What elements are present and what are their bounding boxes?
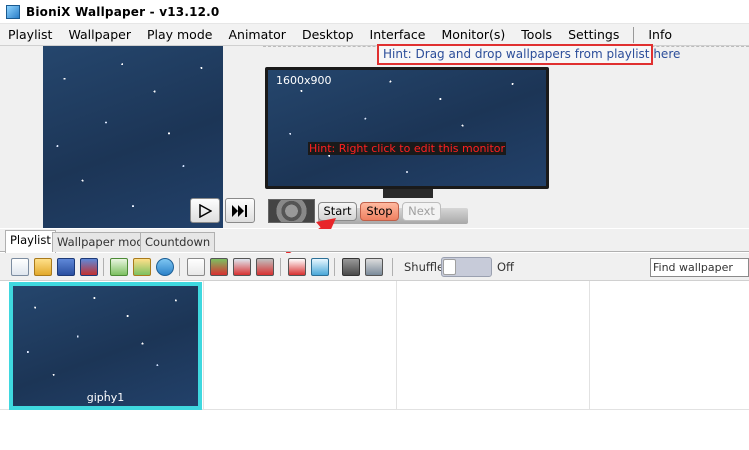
wallpaper-thumbnail[interactable] [13,286,198,406]
play-icon [199,203,212,218]
menu-wallpaper[interactable]: Wallpaper [60,24,139,46]
add-folder-icon[interactable] [133,258,151,276]
grid-divider [396,281,397,409]
toggle-knob[interactable] [443,259,456,275]
grid-divider [589,281,590,409]
shuffle-toggle[interactable] [441,257,492,277]
app-logo-icon [6,4,20,19]
toolbar-separator [280,258,281,276]
next-button[interactable]: Next [402,202,441,221]
toolbar-separator [179,258,180,276]
remove-selected-icon[interactable] [210,258,228,276]
drop-hint: Hint: Drag and drop wallpapers from play… [377,44,680,65]
menu-animator[interactable]: Animator [220,24,293,46]
monitor-hint: Hint: Right click to edit this monitor [307,142,507,155]
skip-next-icon [232,204,247,217]
monitor-stand [383,189,433,198]
play-button[interactable] [190,198,220,223]
playlist-grid: giphy1 [0,281,749,450]
monitor-resolution: 1600x900 [276,74,332,87]
film-strip-icon[interactable] [342,258,360,276]
save-icon[interactable] [57,258,75,276]
recycle-bin-icon[interactable] [311,258,329,276]
open-folder-icon[interactable] [34,258,52,276]
find-wallpaper-input[interactable] [650,258,749,277]
menu-desktop[interactable]: Desktop [294,24,362,46]
new-playlist-icon[interactable] [11,258,29,276]
import-icon[interactable] [110,258,128,276]
menu-play-mode[interactable]: Play mode [139,24,221,46]
menu-separator [633,26,635,43]
menu-settings[interactable]: Settings [560,24,627,46]
menu-tools[interactable]: Tools [513,24,560,46]
menu-bar: Playlist Wallpaper Play mode Animator De… [0,24,749,46]
tab-playlist[interactable]: Playlist [5,230,56,253]
monitor-preview[interactable]: 1600x900 Hint: Right click to edit this … [265,67,549,189]
download-icon[interactable] [156,258,174,276]
remove-all-icon[interactable] [256,258,274,276]
shuffle-label: Shuffle [404,260,445,274]
skip-next-button[interactable] [225,198,255,223]
blank-page-icon[interactable] [187,258,205,276]
tools-icon[interactable] [365,258,383,276]
wallpaper-name: giphy1 [86,391,125,404]
toolbar-separator [334,258,335,276]
tab-countdown[interactable]: Countdown [140,232,216,252]
grid-divider [203,281,204,409]
delete-file-icon[interactable] [288,258,306,276]
tab-bar: Playlist Wallpaper mode Countdown [0,229,749,253]
menu-interface[interactable]: Interface [362,24,434,46]
save-as-icon[interactable] [80,258,98,276]
toolbar-separator [392,258,393,276]
monitor-screen[interactable]: 1600x900 Hint: Right click to edit this … [268,70,546,186]
remove-missing-icon[interactable] [233,258,251,276]
stop-button[interactable]: Stop [360,202,399,221]
toolbar-separator [103,258,104,276]
menu-info[interactable]: Info [640,24,680,46]
playlist-toolbar: Shuffle Off [0,253,749,281]
shuffle-state: Off [497,260,514,274]
window-title: BioniX Wallpaper - v13.12.0 [26,4,220,19]
menu-playlist[interactable]: Playlist [0,24,60,46]
menu-monitors[interactable]: Monitor(s) [433,24,513,46]
playlist-item[interactable]: giphy1 [9,282,202,410]
title-bar: BioniX Wallpaper - v13.12.0 [0,0,749,24]
